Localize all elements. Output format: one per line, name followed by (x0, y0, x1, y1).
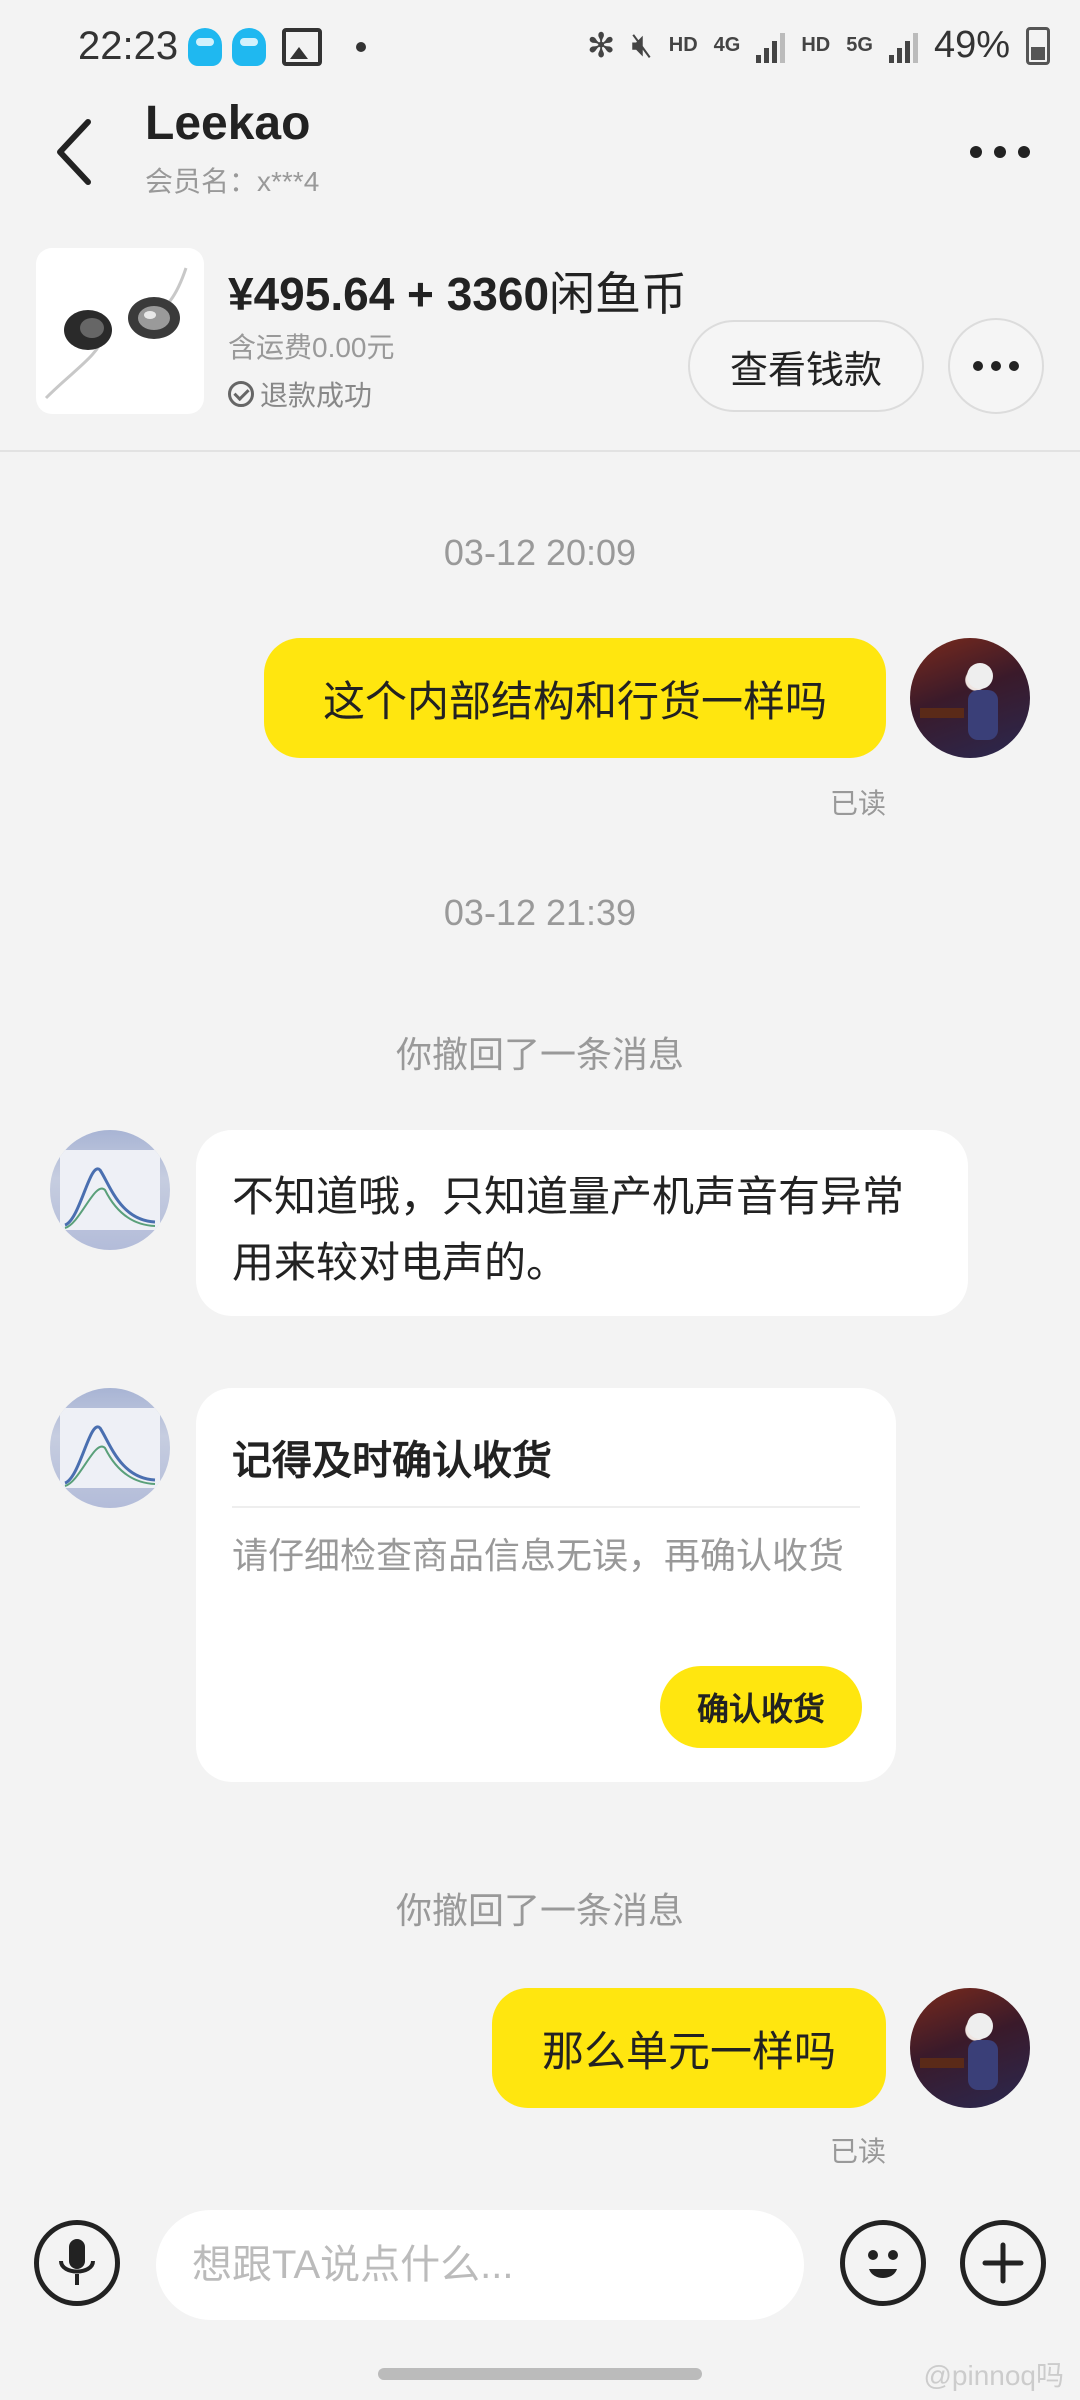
input-bar (0, 2200, 1080, 2330)
more-icon (973, 361, 1019, 371)
divider (232, 1506, 860, 1508)
product-price: ¥495.64 + 3360闲鱼币 (228, 258, 687, 324)
gallery-icon (282, 28, 322, 66)
battery-icon (1026, 26, 1050, 65)
message-timestamp: 03-12 21:39 (443, 892, 637, 933)
my-message-bubble[interactable]: 这个内部结构和行货一样吗 (264, 638, 886, 758)
hd-label: HD (668, 34, 698, 56)
mute-icon: 🔇︎ (631, 26, 653, 64)
view-payment-button[interactable]: 查看钱款 (688, 320, 924, 412)
microphone-icon (59, 2239, 95, 2285)
watermark: @pinnoq吗 (923, 2360, 1064, 2391)
product-card[interactable]: ¥495.64 + 3360闲鱼币 含运费0.00元 退款成功 查看钱款 (0, 228, 1080, 452)
network-type-label: 5G (846, 34, 873, 56)
notification-icons (188, 28, 366, 66)
more-notifications-icon (356, 42, 366, 52)
read-receipt: 已读 (830, 788, 887, 819)
signal-icon (756, 29, 786, 63)
my-message-bubble[interactable]: 那么单元一样吗 (492, 1988, 886, 2108)
my-avatar[interactable] (910, 638, 1030, 758)
seller-avatar[interactable] (50, 1130, 170, 1250)
recall-notice: 你撤回了一条消息 (395, 1890, 684, 1931)
bluetooth-icon: ✻ (586, 26, 616, 65)
product-thumbnail[interactable] (36, 248, 204, 414)
check-circle-icon (228, 381, 254, 407)
emoji-button[interactable] (840, 2220, 926, 2306)
avatar-image (920, 2013, 998, 2090)
member-name: 会员名：x***4 (145, 166, 320, 197)
confirm-receipt-button[interactable]: 确认收货 (660, 1666, 862, 1748)
status-bar: 22:23 ✻ 🔇︎ HD 4G HD 5G 49% (0, 0, 1080, 92)
chevron-left-icon (57, 119, 91, 185)
battery-percent: 49% (933, 24, 1010, 66)
seller-avatar[interactable] (50, 1388, 170, 1508)
coin-label: 闲鱼币 (549, 268, 688, 320)
product-more-button[interactable] (948, 318, 1044, 414)
message-timestamp: 03-12 20:09 (443, 532, 637, 573)
more-actions-button[interactable] (960, 2220, 1046, 2306)
qq-icon (188, 28, 222, 66)
contact-name: Leekao (145, 97, 311, 150)
order-status: 退款成功 (228, 374, 372, 414)
chat-screen: 22:23 ✻ 🔇︎ HD 4G HD 5G 49% Leekao 会员名：x*… (0, 0, 1080, 2400)
more-options-button[interactable] (960, 122, 1040, 182)
message-input[interactable] (156, 2210, 804, 2320)
shipping-fee: 含运费0.00元 (228, 332, 395, 363)
status-time: 22:23 (78, 24, 179, 68)
confirm-receipt-card: 记得及时确认收货 请仔细检查商品信息无误，再确认收货 确认收货 (196, 1388, 896, 1782)
back-button[interactable] (48, 112, 108, 192)
more-icon (970, 146, 1030, 158)
plus-icon (982, 2242, 1024, 2284)
chat-header: Leekao 会员名：x***4 (0, 92, 1080, 202)
price-value: ¥495.64 + 3360 (228, 268, 550, 320)
avatar-image (920, 663, 998, 740)
seller-message-bubble[interactable]: 不知道哦，只知道量产机声音有异常用来较对电声的。 (196, 1130, 968, 1316)
system-indicators: ✻ 🔇︎ HD 4G HD 5G 49% (587, 24, 1050, 67)
read-receipt: 已读 (830, 2136, 887, 2167)
voice-button[interactable] (34, 2220, 120, 2306)
qq-icon (232, 28, 266, 66)
order-status-text: 退款成功 (260, 380, 373, 411)
my-avatar[interactable] (910, 1988, 1030, 2108)
earphones-image (44, 267, 188, 400)
network-type-label: 4G (713, 34, 741, 56)
recall-notice: 你撤回了一条消息 (395, 1034, 684, 1075)
confirm-card-title: 记得及时确认收货 (232, 1439, 552, 1483)
hd-label: HD (801, 34, 831, 56)
home-indicator[interactable] (378, 2368, 702, 2380)
smiley-icon (868, 2250, 898, 2278)
signal-icon (888, 29, 918, 63)
confirm-card-description: 请仔细检查商品信息无误，再确认收货 (232, 1535, 845, 1576)
avatar-image (60, 1150, 160, 1230)
avatar-image (60, 1408, 160, 1488)
